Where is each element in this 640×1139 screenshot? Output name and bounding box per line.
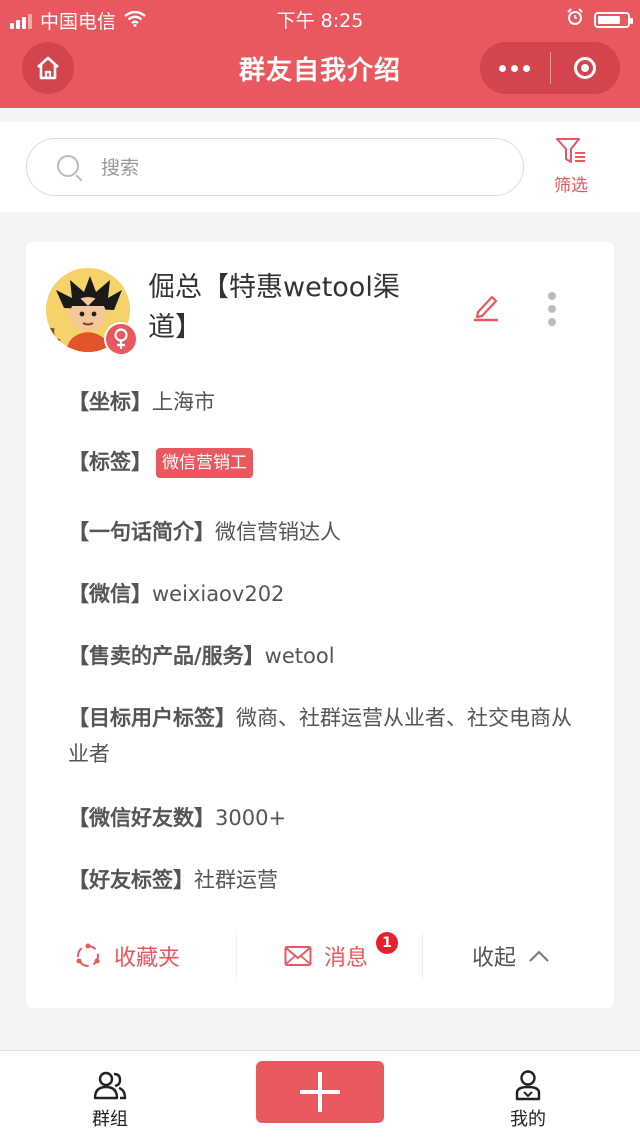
edit-button[interactable]: [472, 292, 500, 326]
field-wechat: 【微信】weixiaov202: [68, 582, 285, 606]
collapse-button[interactable]: 收起: [472, 936, 550, 976]
profile-icon: [515, 1070, 541, 1101]
search-box: [26, 138, 524, 196]
group-icon: [93, 1071, 127, 1100]
chevron-up-icon: [529, 950, 549, 962]
search-input[interactable]: [99, 149, 503, 187]
message-button[interactable]: 消息: [284, 936, 368, 976]
filter-button[interactable]: 筛选: [546, 136, 596, 196]
field-target-users: 【目标用户标签】微商、社群运营从业者、社交电商从业者: [68, 706, 572, 766]
target-icon: [574, 57, 597, 79]
collapse-label: 收起: [472, 946, 517, 971]
status-time: 下午 8:25: [276, 10, 364, 32]
favorite-button[interactable]: 收藏夹: [74, 936, 180, 976]
female-icon: [104, 322, 138, 356]
tag-chip[interactable]: 微信营销工: [156, 448, 253, 478]
field-friend-count: 【微信好友数】3000+: [68, 806, 287, 830]
tab-groups[interactable]: 群组: [70, 1069, 150, 1131]
field-friend-tags: 【好友标签】社群运营: [68, 868, 278, 892]
tab-groups-label: 群组: [92, 1109, 128, 1130]
filter-label: 筛选: [554, 176, 588, 196]
field-products: 【售卖的产品/服务】wetool: [68, 644, 335, 668]
search-icon: [57, 155, 79, 177]
more-vertical-icon: [548, 292, 556, 300]
more-dots-icon: [499, 64, 531, 72]
search-bar: 筛选: [0, 122, 640, 212]
filter-icon: [556, 138, 585, 163]
profile-name: 倔总【特惠wetool渠道】: [148, 272, 400, 343]
close-mini-program-button[interactable]: [551, 42, 621, 94]
message-badge: 1: [376, 932, 398, 954]
profile-card: 倔总【特惠wetool渠道】 【坐标】上海市 【标签】 微信营销工 【一句话简介】…: [26, 242, 614, 1008]
pencil-icon: [474, 295, 498, 322]
mail-icon: [284, 946, 312, 966]
tab-bar: 群组 我的: [0, 1050, 640, 1139]
tab-mine-label: 我的: [510, 1109, 546, 1130]
plus-icon: [300, 1072, 340, 1112]
field-tags: 【标签】 微信营销工: [68, 444, 588, 480]
tab-mine[interactable]: 我的: [488, 1069, 568, 1131]
card-actions: 收藏夹 消息 1 收起: [26, 926, 614, 986]
field-location: 【坐标】上海市: [68, 390, 215, 414]
card-more-button[interactable]: [548, 292, 556, 326]
add-button[interactable]: [256, 1061, 384, 1123]
field-intro: 【一句话简介】微信营销达人: [68, 520, 341, 544]
header: 中国电信 下午 8:25 群友自我介绍: [0, 0, 640, 108]
mini-program-capsule: [480, 42, 620, 94]
status-bar: 中国电信 下午 8:25: [0, 0, 640, 36]
message-label: 消息: [324, 946, 369, 971]
more-menu-button[interactable]: [480, 42, 550, 94]
battery-icon: [594, 11, 633, 28]
alarm-icon: [566, 8, 584, 31]
favorite-icon: [76, 943, 100, 967]
favorite-label: 收藏夹: [114, 946, 181, 971]
